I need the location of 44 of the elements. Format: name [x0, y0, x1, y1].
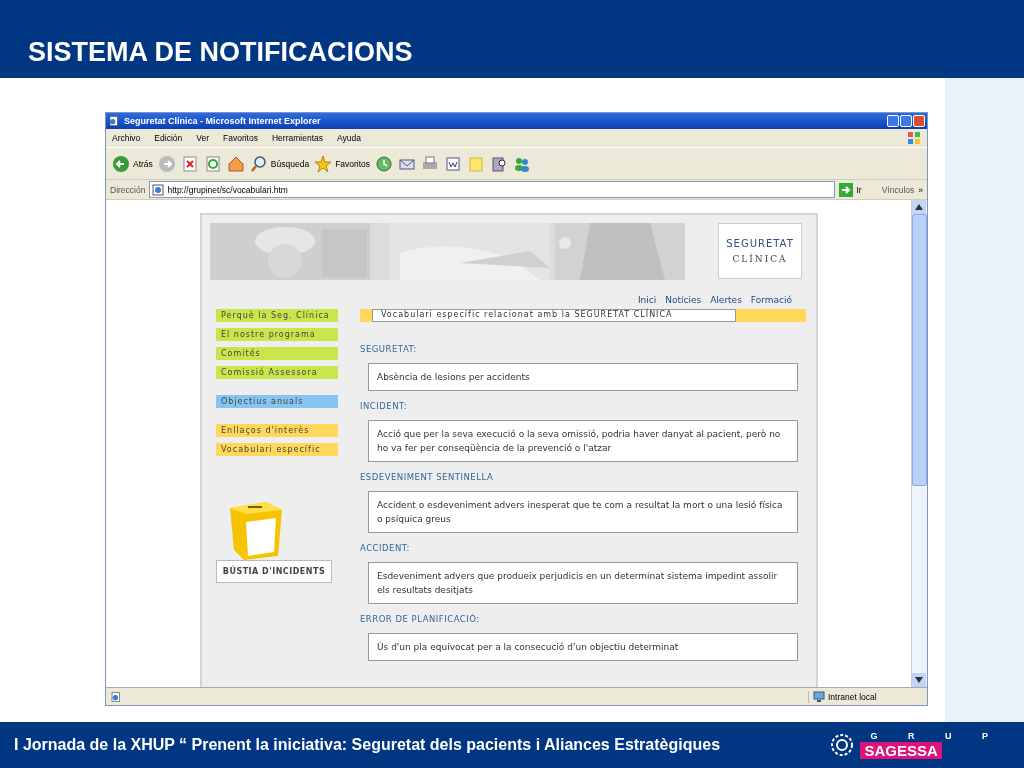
term-label: ERROR DE PLANIFICACIÓ:: [360, 614, 481, 624]
sidebar-item[interactable]: Perquè la Seg. Clínica: [216, 309, 338, 322]
sidebar-item[interactable]: Enllaços d'interès: [216, 424, 338, 437]
address-label: Dirección: [110, 184, 146, 195]
back-button[interactable]: Atrás: [112, 154, 153, 173]
sidebar-item[interactable]: Vocabulari específic: [216, 443, 338, 456]
menu-item[interactable]: Herramientas: [271, 133, 323, 143]
logo-name: SAGESSA: [860, 742, 942, 759]
definition-text: Esdeveniment advers que produeix perjudicis en un determinat sistema impedint assolir els resultats desitjats: [368, 562, 798, 604]
term-label: ESDEVENIMENT SENTINELLA: [360, 472, 495, 482]
sidebar-item[interactable]: Objectius anuals: [216, 395, 338, 408]
term-label: ACCIDENT:: [360, 543, 411, 553]
incident-mailbox-button[interactable]: BÚSTIA D'INCIDENTS: [216, 560, 332, 583]
site-logo[interactable]: SEGURETAT CLÍNICA: [718, 223, 802, 279]
links-label[interactable]: Vínculos: [881, 184, 915, 195]
slide-title: SISTEMA DE NOTIFICACIONS: [28, 37, 413, 68]
go-button[interactable]: Ir: [839, 182, 862, 197]
definition-text: Acció que per la seva execució o la seva omissió, podria haver danyat al pacient, però no ho va fer per conseqüència de la prevenció o l'atzar: [368, 420, 798, 462]
search-button[interactable]: Búsqueda: [249, 154, 310, 173]
definition-text: Absència de lesions per accidents: [368, 363, 798, 391]
favorites-button[interactable]: Favoritos: [314, 154, 371, 173]
window-title: Seguretat Clínica - Microsoft Internet Explorer: [124, 116, 321, 126]
nav-link[interactable]: Formació: [750, 295, 792, 305]
definition-text: Ús d'un pla equivocat per a la consecució d'un objectiu determinat: [368, 633, 798, 661]
logo-caption: G R U P: [869, 731, 1002, 741]
menu-item[interactable]: Ayuda: [337, 133, 361, 143]
term-label: INCIDENT:: [360, 401, 409, 411]
nav-link[interactable]: Inici: [637, 295, 657, 305]
more-chevron[interactable]: »: [918, 184, 923, 195]
menu-item[interactable]: Ver: [196, 133, 209, 143]
menu-item[interactable]: Favoritos: [223, 133, 258, 143]
definition-text: Accident o esdeveniment advers inesperat que te com a resultat la mort o una lesió física o psíquica greus: [368, 491, 798, 533]
menu-item[interactable]: Edición: [154, 133, 183, 143]
sidebar-item[interactable]: Comités: [216, 347, 338, 360]
footer-text: I Jornada de la XHUP “ Prenent la iniciativa: Seguretat dels pacients i Aliances Estratègiques: [14, 736, 721, 754]
term-label: SEGURETAT:: [360, 344, 418, 354]
zone-label: Intranet local: [828, 691, 877, 702]
address-field[interactable]: http://grupinet/sc/vocabulari.htm: [149, 181, 836, 198]
section-heading: Vocabulari específic relacionat amb la SEGURETAT CLÍNICA: [372, 309, 736, 322]
nav-link[interactable]: Alertes: [710, 295, 742, 305]
sidebar-item[interactable]: El nostre programa: [216, 328, 338, 341]
menu-item[interactable]: Archivo: [112, 133, 141, 143]
sidebar-item[interactable]: Comissió Assessora: [216, 366, 338, 379]
nav-link[interactable]: Notícies: [665, 295, 702, 305]
